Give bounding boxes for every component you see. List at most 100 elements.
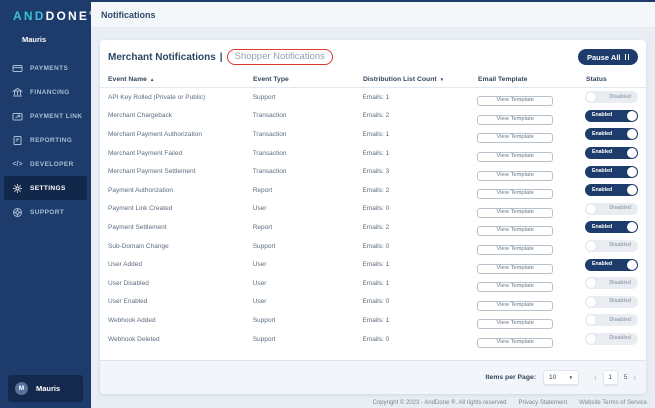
pause-icon xyxy=(625,54,630,60)
logo-part2: DONE xyxy=(46,9,89,23)
event-type-cell: Support xyxy=(253,94,363,101)
prev-page-button[interactable]: ‹ xyxy=(594,374,597,382)
filter-icon[interactable]: ▼ xyxy=(440,77,444,82)
event-name-cell: Webhook Added xyxy=(108,317,253,324)
chevron-down-icon: ▼ xyxy=(569,375,573,380)
column-email-template: Email Template xyxy=(478,76,586,83)
sort-asc-icon[interactable]: ▲ xyxy=(150,77,154,82)
status-toggle[interactable]: Disabled xyxy=(585,91,638,103)
status-toggle-label: Disabled xyxy=(609,336,631,341)
view-template-button[interactable]: View Template xyxy=(477,189,553,199)
view-template-button[interactable]: View Template xyxy=(477,301,553,311)
toggle-knob xyxy=(586,204,596,214)
sidebar-nav: PAYMENTS FINANCING PAYMENT LINK REPORTIN… xyxy=(0,56,91,224)
email-template-cell: View Template xyxy=(477,293,585,311)
sidebar-item-reporting[interactable]: REPORTING xyxy=(0,128,91,152)
email-template-cell: View Template xyxy=(477,274,585,292)
next-page-button[interactable]: › xyxy=(633,374,636,382)
card-icon xyxy=(12,63,23,74)
status-cell: Enabled xyxy=(585,128,638,140)
view-template-button[interactable]: View Template xyxy=(477,319,553,329)
table-row: Webhook Added Support Emails: 1 View Tem… xyxy=(100,311,646,330)
view-template-button[interactable]: View Template xyxy=(477,264,553,274)
status-toggle[interactable]: Enabled xyxy=(585,147,638,159)
report-icon xyxy=(12,135,23,146)
email-template-cell: View Template xyxy=(477,256,585,274)
view-template-button[interactable]: View Template xyxy=(477,245,553,255)
email-template-cell: View Template xyxy=(477,107,585,125)
gear-icon xyxy=(12,183,23,194)
email-template-cell: View Template xyxy=(477,181,585,199)
column-event-name[interactable]: Event Name ▲ xyxy=(108,76,253,83)
current-page[interactable]: 1 xyxy=(603,370,618,385)
distribution-list-count-cell: Emails: 0 xyxy=(362,205,477,212)
items-per-page-select[interactable]: 10 ▼ xyxy=(543,370,579,385)
view-template-button[interactable]: View Template xyxy=(477,96,553,106)
status-toggle[interactable]: Disabled xyxy=(585,277,638,289)
email-template-cell: View Template xyxy=(477,125,585,143)
sidebar-item-payments[interactable]: PAYMENTS xyxy=(0,56,91,80)
status-toggle[interactable]: Enabled xyxy=(585,184,638,196)
status-toggle[interactable]: Disabled xyxy=(585,203,638,215)
event-name-cell: Merchant Payment Authorization xyxy=(108,131,253,138)
event-type-cell: Support xyxy=(253,317,363,324)
view-template-button[interactable]: View Template xyxy=(477,338,553,348)
page-footer: Copyright © 2023 - AndDone ®. All rights… xyxy=(373,400,647,406)
event-type-cell: Transaction xyxy=(253,150,363,157)
sidebar-item-support[interactable]: SUPPORT xyxy=(0,200,91,224)
anddone-logo: ANDDONE® xyxy=(0,0,91,23)
status-toggle[interactable]: Enabled xyxy=(585,259,638,271)
status-toggle[interactable]: Enabled xyxy=(585,221,638,233)
privacy-statement-link[interactable]: Privacy Statement xyxy=(519,400,568,406)
email-template-cell: View Template xyxy=(477,200,585,218)
view-template-button[interactable]: View Template xyxy=(477,282,553,292)
sidebar-item-financing[interactable]: FINANCING xyxy=(0,80,91,104)
status-toggle-label: Disabled xyxy=(609,243,631,248)
tab-merchant-notifications[interactable]: Merchant Notifications xyxy=(108,52,216,63)
bank-icon xyxy=(12,87,23,98)
tab-shopper-notifications[interactable]: Shopper Notifications xyxy=(227,49,333,65)
view-template-button[interactable]: View Template xyxy=(477,152,553,162)
sidebar-item-developer[interactable]: </> DEVELOPER xyxy=(0,152,91,176)
sidebar-item-label: SETTINGS xyxy=(30,185,66,192)
status-toggle[interactable]: Enabled xyxy=(585,166,638,178)
status-toggle[interactable]: Enabled xyxy=(585,110,638,122)
view-template-button[interactable]: View Template xyxy=(477,171,553,181)
last-page[interactable]: 5 xyxy=(624,374,628,381)
status-toggle-label: Enabled xyxy=(592,188,612,193)
table-row: User Added User Emails: 1 View Template … xyxy=(100,255,646,274)
pause-all-button[interactable]: Pause All xyxy=(578,49,638,65)
org-name: Mauris xyxy=(0,23,91,44)
event-type-cell: Transaction xyxy=(253,112,363,119)
view-template-button[interactable]: View Template xyxy=(477,133,553,143)
sidebar-item-settings[interactable]: SETTINGS xyxy=(4,176,87,200)
view-template-button[interactable]: View Template xyxy=(477,115,553,125)
status-toggle[interactable]: Disabled xyxy=(585,296,638,308)
app-window: ANDDONE® Mauris PAYMENTS FINANCING PAYM xyxy=(0,0,655,408)
email-template-cell: View Template xyxy=(477,218,585,236)
user-name: Mauris xyxy=(36,384,60,393)
sidebar-item-label: DEVELOPER xyxy=(30,161,74,168)
sidebar-item-payment-link[interactable]: PAYMENT LINK xyxy=(0,104,91,128)
status-toggle[interactable]: Disabled xyxy=(585,333,638,345)
status-toggle[interactable]: Enabled xyxy=(585,128,638,140)
user-chip[interactable]: M Mauris xyxy=(8,375,83,402)
view-template-button[interactable]: View Template xyxy=(477,208,553,218)
status-toggle[interactable]: Disabled xyxy=(585,240,638,252)
distribution-list-count-cell: Emails: 0 xyxy=(362,298,477,305)
table-row: Payment Authorization Report Emails: 2 V… xyxy=(100,181,646,200)
card-header: Merchant Notifications | Shopper Notific… xyxy=(100,40,646,71)
terms-of-service-link[interactable]: Website Terms of Service xyxy=(579,400,647,406)
table-row: User Disabled User Emails: 1 View Templa… xyxy=(100,274,646,293)
status-toggle-label: Disabled xyxy=(609,206,631,211)
column-distribution-list-count[interactable]: Distribution List Count ▼ xyxy=(363,76,478,83)
column-status: Status xyxy=(586,76,638,83)
status-toggle[interactable]: Disabled xyxy=(585,314,638,326)
table-row: Sub-Domain Change Support Emails: 0 View… xyxy=(100,237,646,256)
tab-separator: | xyxy=(220,52,223,63)
status-cell: Enabled xyxy=(585,259,638,271)
email-template-cell: View Template xyxy=(477,237,585,255)
email-template-cell: View Template xyxy=(477,88,585,106)
view-template-button[interactable]: View Template xyxy=(477,226,553,236)
main-area: Merchant Notifications | Shopper Notific… xyxy=(91,29,655,408)
